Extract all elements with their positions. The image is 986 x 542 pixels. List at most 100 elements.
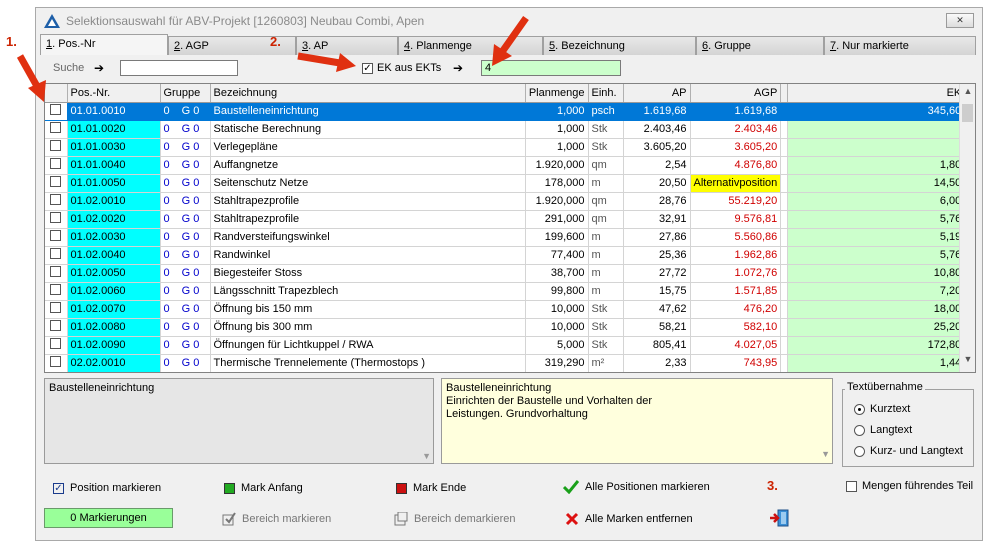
table-row[interactable]: 01.01.0040 0 G 0 Auffangnetze 1.920,000 qm 2,5… [45, 156, 966, 175]
col-pos-nr[interactable]: Pos.-Nr. [67, 84, 161, 103]
row-checkbox[interactable] [45, 210, 68, 229]
table-row[interactable]: 01.02.0090 0 G 0 Öffnungen für Lichtkuppel … [45, 336, 966, 355]
remove-all-marks-button[interactable]: Alle Marken entfernen [565, 512, 693, 526]
checkbox-icon[interactable] [50, 284, 62, 295]
checkbox-icon[interactable] [50, 248, 62, 259]
radio-kurztext[interactable]: Kurztext [854, 403, 910, 415]
col-gruppe[interactable]: Gruppe [160, 84, 211, 103]
row-checkbox[interactable] [45, 102, 68, 121]
cell-planmenge: 1,000 [525, 138, 589, 157]
radio-langtext[interactable]: Langtext [854, 424, 912, 436]
col-ek[interactable]: EK [787, 84, 966, 103]
table-row[interactable]: 01.01.0050 0 G 0 Seitenschutz Netze 178,000 m… [45, 174, 966, 193]
checkbox-icon[interactable] [50, 140, 62, 151]
mark-start-button[interactable]: Mark Anfang [224, 482, 303, 494]
table-row[interactable]: 01.02.0040 0 G 0 Randwinkel 77,400 m 25,36 1.96… [45, 246, 966, 265]
cell-ap: 58,21 [623, 318, 691, 337]
checkbox-icon[interactable] [50, 122, 62, 133]
checkbox-icon[interactable] [50, 158, 62, 169]
group-code: G 0 [181, 231, 200, 243]
tab-gruppe[interactable]: 6. Gruppe [696, 36, 824, 55]
table-row[interactable]: 01.01.0020 0 G 0 Statische Berechnung 1,000 S… [45, 120, 966, 139]
cell-agp: 1.619,68 [690, 102, 782, 121]
mark-end-button[interactable]: Mark Ende [396, 482, 466, 494]
checkbox-icon[interactable] [50, 320, 62, 331]
checkbox-icon[interactable] [50, 194, 62, 205]
row-checkbox[interactable] [45, 246, 68, 265]
row-checkbox[interactable] [45, 138, 68, 157]
cell-planmenge: 10,000 [525, 318, 589, 337]
exit-button[interactable] [769, 509, 791, 527]
scroll-down-icon[interactable]: ▼ [821, 448, 830, 461]
col-ap[interactable]: AP [623, 84, 691, 103]
ek-from-ekts-checkbox[interactable]: ✓ EK aus EKTs [362, 62, 441, 74]
short-text-box[interactable]: Baustelleneinrichtung ▼ [44, 378, 434, 464]
row-checkbox[interactable] [45, 354, 68, 372]
group-number: 0 [163, 159, 170, 171]
table-row[interactable]: 01.01.0030 0 G 0 Verlegepläne 1,000 Stk 3.605,… [45, 138, 966, 157]
radio-kurz-und-langtext[interactable]: Kurz- und Langtext [854, 445, 963, 457]
mark-all-button[interactable]: Alle Positionen markieren [563, 480, 710, 494]
row-checkbox[interactable] [45, 300, 68, 319]
row-checkbox[interactable] [45, 156, 68, 175]
tab-pos-nr[interactable]: 1. Pos.-Nr [40, 34, 168, 55]
group-number: 0 [163, 231, 170, 243]
checkbox-icon[interactable] [50, 230, 62, 241]
tab-bezeichnung[interactable]: 5. Bezeichnung [543, 36, 696, 55]
cell-bezeichnung: Verlegepläne [210, 138, 526, 157]
checkbox-icon[interactable] [50, 104, 62, 115]
col-agp[interactable]: AGP [690, 84, 782, 103]
vertical-scrollbar[interactable]: ▲ ▼ [959, 84, 975, 372]
cell-agp: 743,95 [690, 354, 782, 372]
col-einheit[interactable]: Einh. [588, 84, 624, 103]
cell-pos-nr: 01.02.0080 [67, 318, 161, 337]
table-row[interactable]: 01.02.0050 0 G 0 Biegesteifer Stoss 38,700 m 2… [45, 264, 966, 283]
cell-ek: 5,19 [787, 228, 966, 247]
range-mark-icon [222, 512, 236, 526]
mark-count-display: 0 Markierungen [44, 508, 173, 528]
search-input[interactable] [120, 60, 238, 76]
scroll-down-icon[interactable]: ▼ [960, 354, 975, 370]
app-logo-icon [44, 14, 60, 28]
close-button[interactable]: ✕ [946, 13, 974, 28]
checkbox-icon[interactable] [50, 302, 62, 313]
mark-position-button[interactable]: ✓ Position markieren [53, 482, 161, 494]
row-checkbox[interactable] [45, 264, 68, 283]
cell-bezeichnung: Baustelleneinrichtung [210, 102, 526, 121]
table-row[interactable]: 01.01.0010 0 G 0 Baustelleneinrichtung 1,000… [45, 102, 966, 121]
quantities-leading-checkbox[interactable]: Mengen führendes Teil [846, 480, 973, 492]
table-row[interactable]: 01.02.0060 0 G 0 Längsschnitt Trapezblech 99… [45, 282, 966, 301]
cell-einheit: m² [588, 354, 624, 372]
row-checkbox[interactable] [45, 318, 68, 337]
col-planmenge[interactable]: Planmenge [525, 84, 589, 103]
table-row[interactable]: 02.02.0010 0 G 0 Thermische Trennelemente (… [45, 354, 966, 372]
scroll-down-icon[interactable]: ▼ [422, 451, 431, 461]
row-checkbox[interactable] [45, 192, 68, 211]
tab-nur-markierte[interactable]: 7. Nur markierte [824, 36, 976, 55]
row-checkbox[interactable] [45, 228, 68, 247]
row-checkbox[interactable] [45, 336, 68, 355]
checkbox-icon[interactable] [50, 338, 62, 349]
checkbox-icon[interactable] [50, 212, 62, 223]
row-checkbox[interactable] [45, 282, 68, 301]
table-row[interactable]: 01.02.0080 0 G 0 Öffnung bis 300 mm 10,000 St… [45, 318, 966, 337]
table-row[interactable]: 01.02.0070 0 G 0 Öffnung bis 150 mm 10,000 St… [45, 300, 966, 319]
cell-ap: 25,36 [623, 246, 691, 265]
scroll-up-icon[interactable]: ▲ [960, 86, 975, 102]
col-bezeichnung[interactable]: Bezeichnung [210, 84, 526, 103]
scroll-thumb[interactable] [962, 104, 973, 122]
table-row[interactable]: 01.02.0020 0 G 0 Stahltrapezprofile 291,000 q… [45, 210, 966, 229]
cell-bezeichnung: Längsschnitt Trapezblech [210, 282, 526, 301]
table-row[interactable]: 01.02.0010 0 G 0 Stahltrapezprofile 1.920,00… [45, 192, 966, 211]
checkbox-icon[interactable] [50, 356, 62, 367]
checkbox-icon[interactable] [50, 176, 62, 187]
row-checkbox[interactable] [45, 120, 68, 139]
row-checkbox[interactable] [45, 174, 68, 193]
table-row[interactable]: 01.02.0030 0 G 0 Randversteifungswinkel 199,… [45, 228, 966, 247]
cell-divider [780, 282, 789, 301]
unmark-range-button[interactable]: Bereich demarkieren [394, 512, 516, 526]
long-text-box[interactable]: Baustelleneinrichtung Einrichten der Bau… [441, 378, 833, 464]
checkbox-icon[interactable] [50, 266, 62, 277]
mark-range-button[interactable]: Bereich markieren [222, 512, 331, 526]
cell-divider [780, 210, 789, 229]
